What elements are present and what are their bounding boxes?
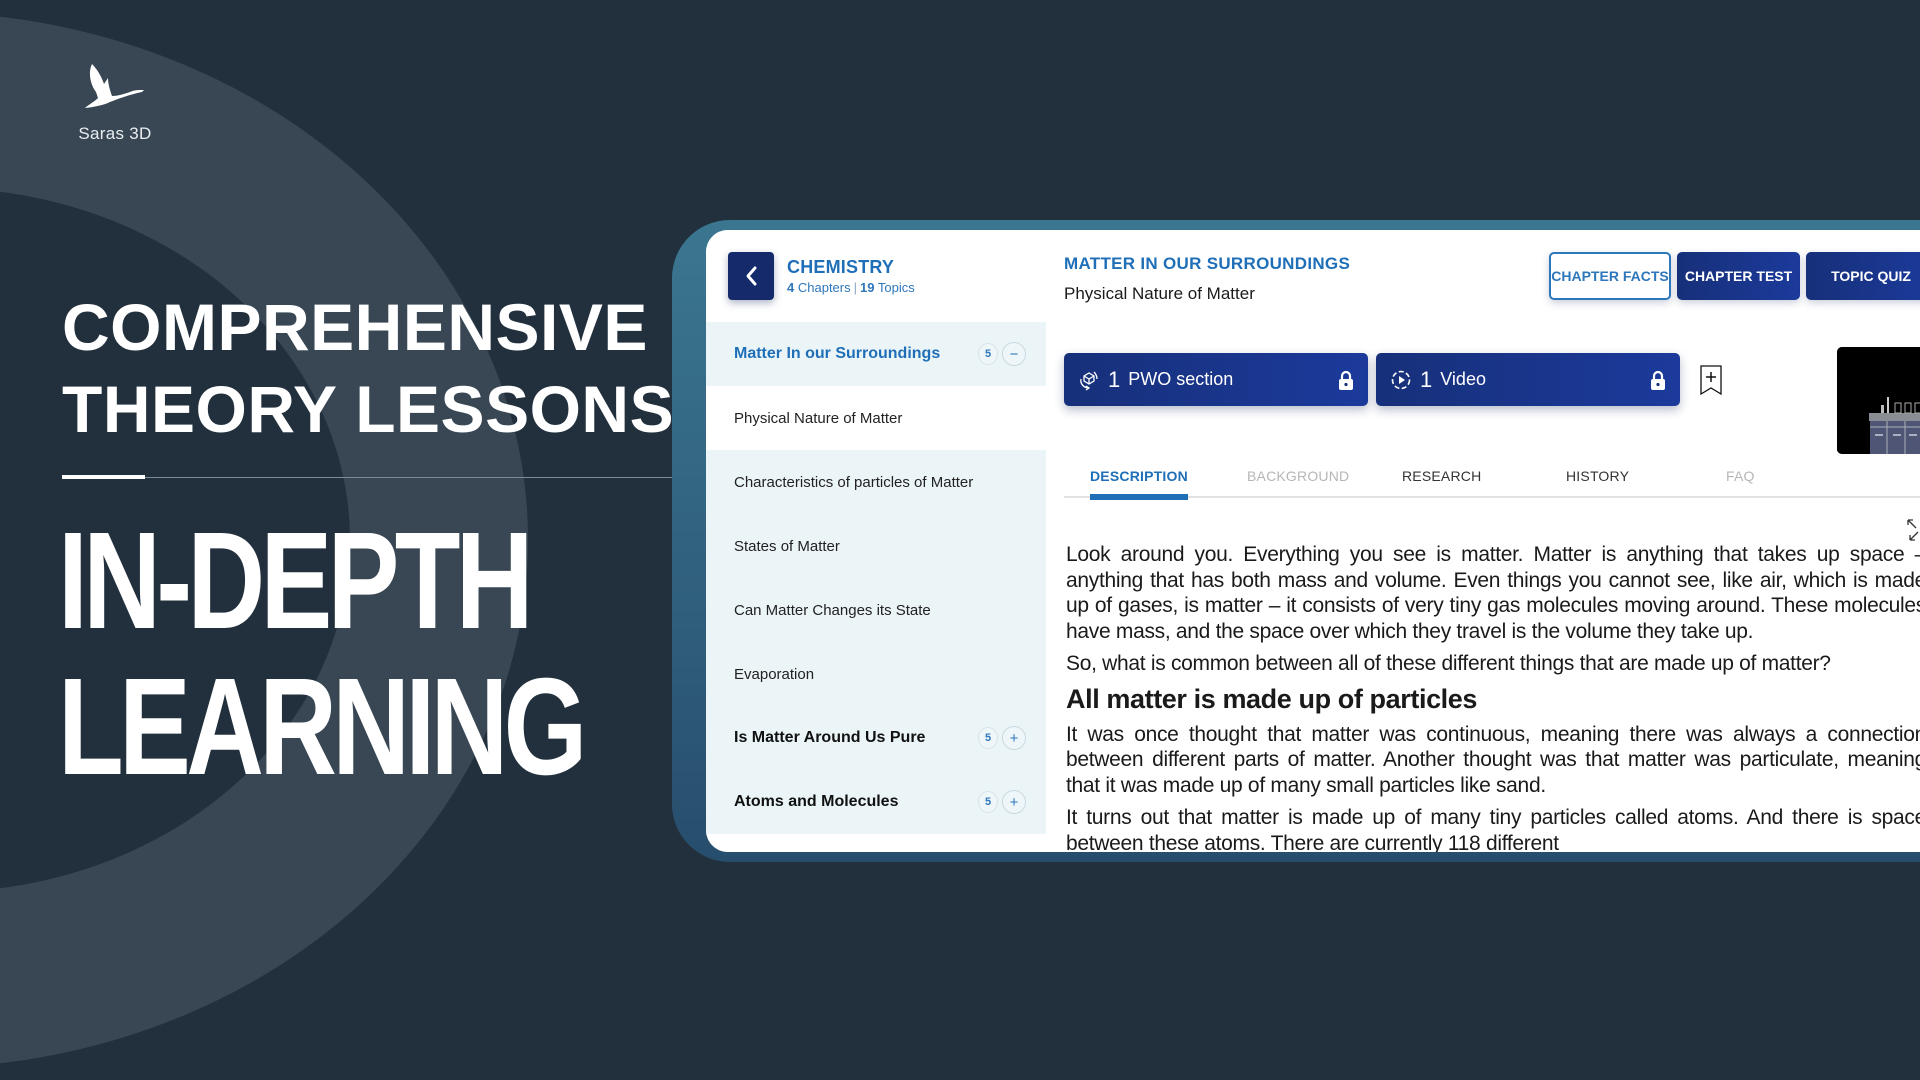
bookmark-add-button[interactable] — [1699, 364, 1723, 401]
topic-title: Physical Nature of Matter — [1064, 284, 1255, 303]
topic-item[interactable]: Evaporation — [706, 642, 1046, 706]
chapter-list: Matter In our Surroundings 5 − Physical … — [706, 322, 1046, 834]
article-body: Look around you. Everything you see is m… — [1066, 542, 1920, 852]
topic-quiz-button[interactable]: TOPIC QUIZ — [1806, 252, 1920, 300]
hero-subhead-line2: LEARNING — [58, 650, 587, 804]
topic-item[interactable]: States of Matter — [706, 514, 1046, 578]
article-paragraph: So, what is common between all of these … — [1066, 652, 1831, 675]
topics-count: 19 — [860, 280, 875, 295]
content-area: MATTER IN OUR SURROUNDINGS Physical Natu… — [1046, 230, 1920, 852]
topic-item[interactable]: Characteristics of particles of Matter — [706, 450, 1046, 514]
chapter-label: Is Matter Around Us Pure — [734, 729, 926, 746]
chapter-label: Matter In our Surroundings — [734, 345, 941, 362]
topic-item[interactable]: Can Matter Changes its State — [706, 578, 1046, 642]
video-label: Video — [1440, 369, 1486, 389]
article-heading: All matter is made up of particles — [1066, 683, 1478, 714]
chevron-left-icon — [746, 266, 757, 286]
chapter-item[interactable]: Atoms and Molecules 5 + — [706, 770, 1046, 834]
chapter-item[interactable]: Is Matter Around Us Pure 5 + — [706, 706, 1046, 770]
hero-headline-line1: COMPREHENSIVE — [62, 290, 648, 364]
lock-icon — [1651, 370, 1665, 390]
subject-title: CHEMISTRY — [787, 257, 895, 277]
pwo-count: 1 — [1108, 366, 1121, 392]
hero-subhead: IN-DEPTH LEARNING — [58, 504, 587, 804]
tab-history[interactable]: HISTORY — [1566, 468, 1629, 484]
divider-line — [62, 477, 674, 478]
tab-faq[interactable]: FAQ — [1726, 468, 1755, 484]
expand-icon[interactable]: + — [1002, 726, 1026, 750]
3d-cube-rotate-icon — [1080, 371, 1098, 391]
content-tabs: DESCRIPTION BACKGROUND RESEARCH HISTORY … — [1064, 458, 1920, 500]
topic-item[interactable]: Physical Nature of Matter — [706, 386, 1046, 450]
collapse-icon[interactable]: − — [1002, 342, 1026, 366]
divider-accent — [62, 475, 145, 479]
hero-subhead-line1: IN-DEPTH — [58, 504, 534, 658]
meta-separator: | — [853, 280, 857, 295]
chapter-test-button[interactable]: CHAPTER TEST — [1677, 252, 1800, 300]
tab-research[interactable]: RESEARCH — [1402, 468, 1481, 484]
back-button[interactable] — [728, 252, 774, 300]
pwo-label: PWO section — [1128, 369, 1234, 389]
tab-description[interactable]: DESCRIPTION — [1090, 468, 1188, 500]
lock-icon — [1339, 370, 1353, 390]
pwo-section-button[interactable]: 1 PWO section — [1064, 353, 1368, 406]
article-paragraph: Look around you. Everything you see is m… — [1066, 543, 1920, 643]
chapter-title: MATTER IN OUR SURROUNDINGS — [1064, 254, 1351, 273]
chapter-facts-button[interactable]: CHAPTER FACTS — [1549, 252, 1671, 300]
brand-name: Saras 3D — [78, 124, 152, 143]
play-circle-icon — [1391, 370, 1411, 389]
lab-bench-thumbnail[interactable] — [1837, 347, 1920, 454]
subject-info: CHEMISTRY 4 Chapters | 19 Topics — [787, 257, 915, 295]
chapters-count: 4 — [787, 280, 795, 295]
bookmark-add-icon — [1700, 365, 1722, 396]
article-paragraph: It turns out that matter is made up of m… — [1066, 806, 1920, 852]
expand-arrows-icon — [1907, 519, 1919, 541]
header-actions: CHAPTER FACTS CHAPTER TEST TOPIC QUIZ — [1549, 252, 1920, 300]
chapter-label: Atoms and Molecules — [734, 793, 899, 810]
sidebar-header: CHEMISTRY 4 Chapters | 19 Topics — [728, 252, 915, 300]
chapter-sidebar: CHEMISTRY 4 Chapters | 19 Topics Matter In… — [706, 230, 1046, 852]
brand-logo: Saras 3D — [70, 62, 160, 144]
article-paragraph: It was once thought that matter was cont… — [1066, 722, 1920, 797]
lab-bench-image — [1837, 347, 1920, 454]
topic-count-badge: 5 — [978, 791, 998, 813]
expand-icon[interactable]: + — [1002, 790, 1026, 814]
tab-background[interactable]: BACKGROUND — [1247, 468, 1349, 484]
hero-headline-line2: THEORY LESSONS — [62, 372, 675, 446]
video-button[interactable]: 1 Video — [1376, 353, 1680, 406]
flying-crane-icon — [85, 64, 144, 108]
topics-label: Topics — [877, 280, 915, 295]
topic-count-badge: 5 — [978, 727, 998, 749]
chapters-label: Chapters — [797, 280, 851, 295]
app-screen: CHEMISTRY 4 Chapters | 19 Topics Matter In… — [706, 230, 1920, 852]
topic-count-badge: 5 — [978, 343, 998, 365]
video-count: 1 — [1420, 366, 1433, 392]
subject-meta: 4 Chapters | 19 Topics — [787, 280, 915, 295]
hero-headline: COMPREHENSIVE THEORY LESSONS — [62, 286, 702, 450]
chapter-item[interactable]: Matter In our Surroundings 5 − — [706, 322, 1046, 386]
